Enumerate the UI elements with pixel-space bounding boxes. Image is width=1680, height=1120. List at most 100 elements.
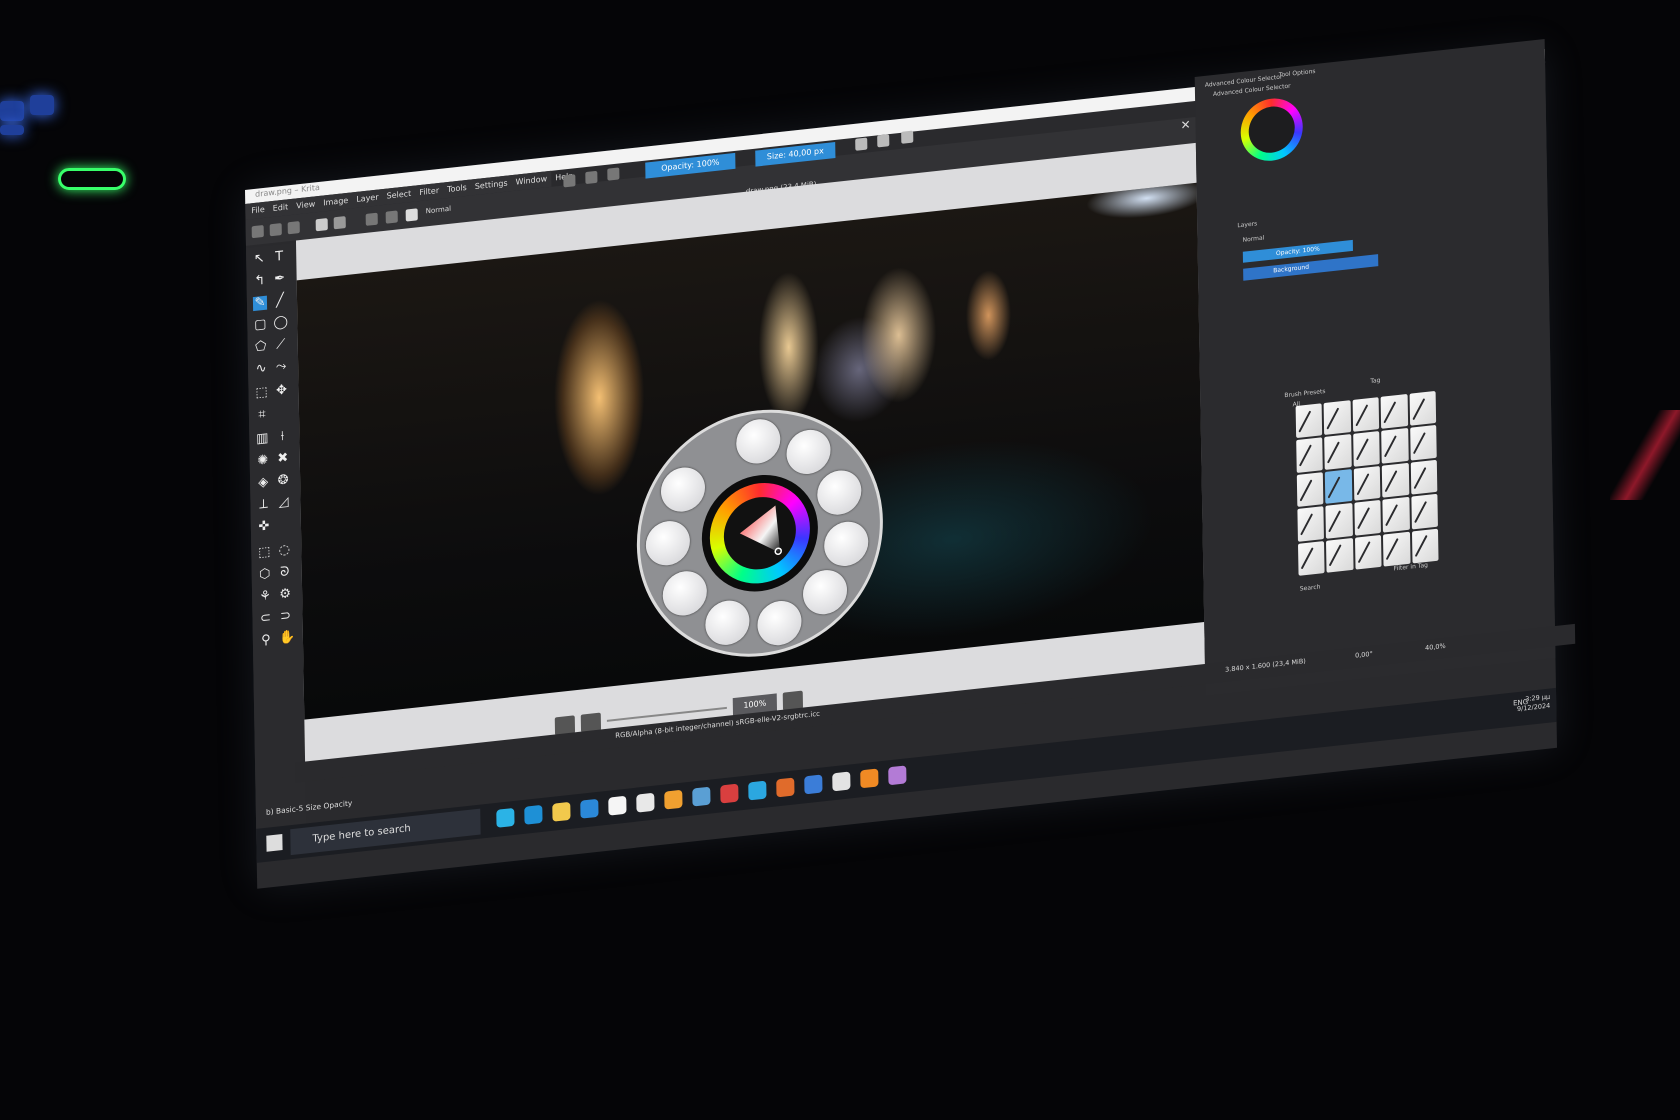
brush-preset[interactable] <box>1383 531 1411 567</box>
brush-preset[interactable] <box>1323 400 1351 436</box>
brush-preset[interactable] <box>1354 534 1382 570</box>
taskbar-app-icon[interactable] <box>608 795 627 816</box>
crop-tool-icon[interactable]: ⌗ <box>255 407 269 423</box>
palette-brush-slot[interactable] <box>662 569 708 618</box>
brush-preset[interactable] <box>1410 493 1438 530</box>
brush-preset[interactable] <box>1352 431 1380 467</box>
magnetic-select-tool-icon[interactable]: ⊃ <box>278 608 292 624</box>
new-document-icon[interactable] <box>251 224 264 239</box>
palette-brush-slot[interactable] <box>823 519 869 569</box>
measure-tool-icon[interactable]: ⟂ <box>256 497 270 513</box>
assistant-tool-icon[interactable]: ❂ <box>276 472 290 488</box>
pattern-icon[interactable] <box>333 216 346 230</box>
ellipse-select-tool-icon[interactable]: ◌ <box>277 542 291 558</box>
preset-search-input[interactable]: Search <box>1300 583 1321 592</box>
move-tool-icon[interactable]: ✥ <box>274 382 288 398</box>
gradient-tool-icon[interactable]: ▥ <box>255 431 269 447</box>
brush-preset[interactable] <box>1409 425 1437 461</box>
menu-edit[interactable]: Edit <box>273 199 289 217</box>
ellipse-tool-icon[interactable]: ◯ <box>273 314 288 331</box>
rectangle-tool-icon[interactable]: ▢ <box>253 317 267 333</box>
contiguous-select-tool-icon[interactable]: ⚘ <box>258 588 272 604</box>
advanced-colour-wheel[interactable] <box>1240 95 1304 164</box>
tool-options-tab[interactable]: Tool Options <box>1279 68 1316 79</box>
bezier-tool-icon[interactable]: ∿ <box>254 361 268 377</box>
eraser-icon[interactable] <box>563 174 576 188</box>
blending-mode-select[interactable]: Normal <box>426 205 451 216</box>
palette-brush-slot[interactable] <box>645 518 691 568</box>
brush-preset[interactable] <box>1382 497 1410 533</box>
brush-preset[interactable] <box>1410 459 1438 495</box>
calligraphy-tool-icon[interactable]: ✒ <box>272 271 286 287</box>
palette-brush-slot[interactable] <box>786 427 831 477</box>
taskbar-app-icon[interactable] <box>776 777 795 798</box>
palette-color-triangle-area[interactable] <box>723 493 797 574</box>
edit-shapes-tool-icon[interactable]: ↰ <box>253 273 267 289</box>
menu-file[interactable]: File <box>251 202 265 219</box>
brush-preset[interactable] <box>1296 437 1324 473</box>
brush-preset[interactable] <box>1353 465 1381 501</box>
freehand-path-tool-icon[interactable]: ⤳ <box>274 359 288 375</box>
brush-preset[interactable] <box>1324 434 1352 470</box>
taskbar-app-icon[interactable] <box>748 780 767 801</box>
reference-tool-icon[interactable]: ◿ <box>276 494 290 510</box>
brush-preset[interactable] <box>1354 500 1382 536</box>
brush-preset[interactable] <box>1352 397 1380 433</box>
brush-preset[interactable] <box>1296 471 1324 508</box>
taskbar-app-icon[interactable] <box>832 771 851 792</box>
palette-brush-slot[interactable] <box>757 598 802 648</box>
brush-preset[interactable] <box>1326 537 1354 573</box>
taskbar-app-icon[interactable] <box>496 807 515 828</box>
tag-label[interactable]: Tag <box>1370 377 1380 385</box>
taskbar-app-icon[interactable] <box>636 792 655 813</box>
freehand-brush-tool-icon[interactable]: ✎ <box>252 295 268 312</box>
brush-preset[interactable] <box>1298 540 1325 576</box>
line-tool-icon[interactable]: ╱ <box>273 293 287 309</box>
freehand-select-tool-icon[interactable]: ᘐ <box>278 564 292 580</box>
taskbar-app-icon[interactable] <box>664 789 683 810</box>
layer-blend-mode[interactable]: Normal <box>1243 234 1265 243</box>
brush-preset[interactable] <box>1297 506 1325 542</box>
mirror-vertical-icon[interactable] <box>877 134 890 148</box>
text-tool-icon[interactable]: T <box>272 249 286 265</box>
polyline-tool-icon[interactable]: ⟋ <box>274 337 288 353</box>
taskbar-app-icon[interactable] <box>888 765 907 786</box>
palette-brush-slot[interactable] <box>735 417 781 466</box>
brush-preset[interactable] <box>1381 428 1409 464</box>
taskbar-app-icon[interactable] <box>552 801 571 822</box>
taskbar-app-icon[interactable] <box>860 768 879 789</box>
zoom-tool-icon[interactable]: ⚲ <box>259 632 273 648</box>
brush-editor-icon[interactable] <box>385 210 398 224</box>
zoom-info[interactable]: 40,0% <box>1425 642 1446 652</box>
taskbar-app-icon[interactable] <box>804 774 823 795</box>
color-sampler-tool-icon[interactable]: ⟊ <box>275 429 289 444</box>
brush-preset[interactable] <box>1380 393 1408 430</box>
taskbar-app-icon[interactable] <box>524 804 543 825</box>
similar-select-tool-icon[interactable]: ⚙ <box>278 586 292 602</box>
brush-preset-selected[interactable] <box>1325 468 1353 505</box>
clock[interactable]: 3:29 μμ 9/12/2024 <box>1517 693 1551 715</box>
rect-select-tool-icon[interactable]: ⬚ <box>257 544 271 560</box>
brush-preset-icon[interactable] <box>405 208 418 222</box>
polygon-select-tool-icon[interactable]: ⬡ <box>258 566 272 582</box>
mirror-horizontal-icon[interactable] <box>855 137 868 151</box>
colour-triangle[interactable] <box>1248 104 1296 156</box>
transform-tool-icon[interactable]: ⬚ <box>254 385 268 401</box>
smart-patch-tool-icon[interactable]: ✖ <box>276 450 290 466</box>
select-shapes-tool-icon[interactable]: ↖ <box>252 251 266 267</box>
bezier-select-tool-icon[interactable]: ⊂ <box>258 610 272 626</box>
brush-preset[interactable] <box>1411 528 1439 564</box>
pan-tool-icon[interactable]: ✜ <box>257 518 271 534</box>
gradient-icon[interactable] <box>315 218 328 232</box>
brush-preset[interactable] <box>1325 503 1353 539</box>
polygon-tool-icon[interactable]: ⬠ <box>254 339 268 355</box>
swap-colors-icon[interactable] <box>365 212 378 226</box>
preserve-alpha-icon[interactable] <box>585 170 598 185</box>
reload-preset-icon[interactable] <box>607 167 620 181</box>
multibrush-tool-icon[interactable]: ✺ <box>256 453 270 469</box>
hand-tool-icon[interactable]: ✋ <box>279 630 295 647</box>
palette-brush-slot[interactable] <box>660 465 706 514</box>
palette-brush-slot[interactable] <box>705 598 750 648</box>
brush-preset[interactable] <box>1409 390 1437 427</box>
palette-brush-slot[interactable] <box>802 567 848 617</box>
